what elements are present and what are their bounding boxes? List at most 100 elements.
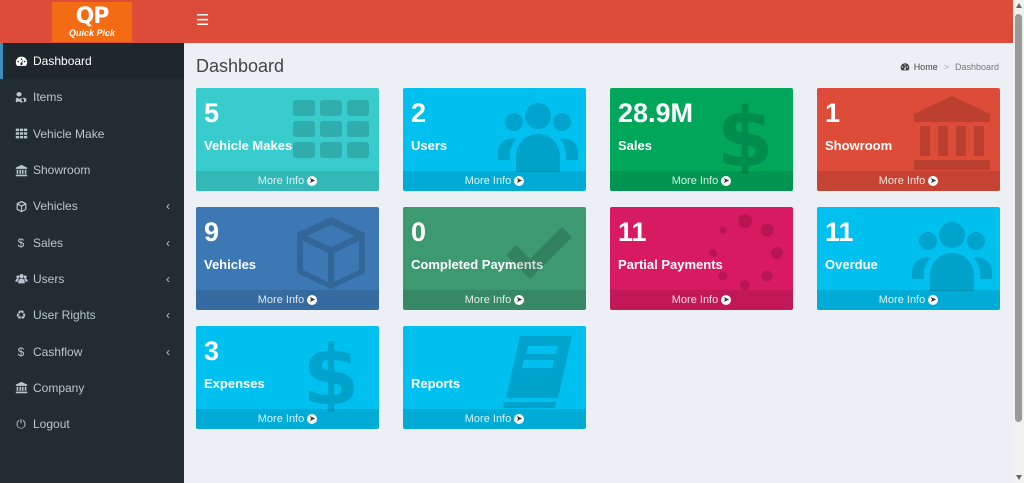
sidebar-item-cashflow[interactable]: $ Cashflow ‹	[0, 333, 184, 369]
more-info-link[interactable]: More Info ➤	[817, 171, 1000, 191]
stat-label: Overdue	[825, 257, 878, 272]
sidebar-item-label: Sales	[33, 235, 64, 250]
more-info-link[interactable]: More Info ➤	[817, 290, 1000, 310]
svg-text:$: $	[302, 332, 359, 412]
stat-value: 28.9M	[618, 98, 694, 128]
cube-icon	[14, 199, 28, 213]
dollar-icon: $	[17, 235, 25, 250]
sidebar-item-label: Dashboard	[33, 54, 92, 69]
stat-value: 3	[204, 336, 220, 366]
bank-icon	[914, 96, 990, 170]
logo-name: Quick Pick	[68, 27, 116, 38]
sidebar-item-items[interactable]: Items	[0, 79, 184, 115]
logo-mark: QP	[75, 3, 110, 29]
more-info-link[interactable]: More Info ➤	[610, 290, 793, 310]
sidebar-item-dashboard[interactable]: Dashboard	[0, 43, 184, 80]
arrow-circle-right-icon: ➤	[307, 414, 318, 424]
stat-box-sales: 28.9M Sales $ More Info ➤	[610, 88, 793, 191]
arrow-circle-right-icon: ➤	[307, 295, 318, 305]
stat-label: Users	[411, 138, 448, 153]
top-navbar: ☰	[184, 0, 1013, 43]
svg-text:$: $	[716, 94, 773, 174]
chevron-left-icon: ‹	[166, 199, 170, 214]
more-info-link[interactable]: More Info ➤	[196, 171, 379, 191]
grid-icon	[14, 127, 28, 141]
sidebar-item-showroom[interactable]: Showroom	[0, 152, 184, 188]
sidebar-item-label: Users	[33, 271, 65, 286]
main-content: Dashboard Home > Dashboard 5 Vehicle Mak…	[184, 43, 1013, 483]
stat-box-overdue: 11 Overdue More Info ➤	[817, 207, 1000, 310]
stat-label: Vehicles	[204, 257, 257, 272]
logo: QP Quick Pick	[52, 1, 132, 42]
chevron-left-icon: ‹	[166, 308, 170, 323]
menu-toggle-icon[interactable]: ☰	[196, 13, 212, 29]
dollar-icon: $	[302, 332, 359, 412]
breadcrumb: Home > Dashboard	[900, 62, 999, 72]
dashboard-icon	[14, 54, 28, 68]
more-info-link[interactable]: More Info ➤	[403, 409, 586, 429]
chevron-left-icon: ‹	[166, 344, 170, 359]
power-icon: ⏻	[16, 416, 26, 431]
stat-label: Showroom	[825, 138, 893, 153]
dollar-icon: $	[17, 344, 25, 359]
sidebar-item-label: Company	[33, 380, 85, 395]
breadcrumb-current: Dashboard	[954, 62, 999, 72]
stat-box-partial-payments: 11 Partial Payments More Info ➤	[610, 207, 793, 310]
sidebar-item-label: User Rights	[33, 308, 96, 323]
users-icon	[14, 272, 28, 286]
dashboard-icon	[900, 63, 910, 71]
sidebar-item-users[interactable]: Users ‹	[0, 261, 184, 297]
stat-value: 1	[825, 98, 841, 128]
stat-value: 2	[411, 98, 427, 128]
arrow-circle-right-icon: ➤	[721, 295, 732, 305]
bank-icon	[14, 381, 28, 395]
stat-box-vehicle-makes: 5 Vehicle Makes More Info ➤	[196, 88, 379, 191]
stat-label: Expenses	[204, 376, 265, 391]
stat-value: 5	[204, 98, 220, 128]
more-info-link[interactable]: More Info ➤	[610, 171, 793, 191]
scroll-up-icon[interactable]	[1016, 3, 1022, 8]
recycle-icon: ♻	[15, 308, 27, 323]
sidebar: Dashboard Items Vehicle Make Showroom Ve…	[0, 43, 184, 483]
arrow-circle-right-icon: ➤	[514, 176, 525, 186]
users-icon	[912, 222, 992, 291]
arrow-circle-right-icon: ➤	[514, 414, 525, 424]
breadcrumb-home[interactable]: Home	[914, 62, 938, 72]
stat-value: 11	[618, 217, 647, 247]
sidebar-item-sales[interactable]: $ Sales ‹	[0, 224, 184, 260]
sidebar-item-user-rights[interactable]: ♻ User Rights ‹	[0, 297, 184, 333]
sidebar-item-company[interactable]: Company	[0, 370, 184, 406]
sidebar-item-label: Vehicles	[33, 199, 78, 214]
sidebar-item-label: Showroom	[33, 163, 91, 178]
arrow-circle-right-icon: ➤	[928, 176, 939, 186]
stat-label: Reports	[411, 376, 461, 391]
sidebar-item-label: Items	[33, 90, 63, 105]
scrollbar[interactable]	[1013, 0, 1024, 483]
scrollbar-thumb[interactable]	[1015, 14, 1022, 422]
sidebar-item-label: Cashflow	[33, 344, 83, 359]
sidebar-item-label: Logout	[33, 417, 70, 432]
more-info-link[interactable]: More Info ➤	[403, 290, 586, 310]
stat-box-vehicles: 9 Vehicles More Info ➤	[196, 207, 379, 310]
scroll-down-icon[interactable]	[1016, 475, 1022, 480]
stat-label: Vehicle Makes	[204, 138, 293, 153]
more-info-link[interactable]: More Info ➤	[403, 171, 586, 191]
chevron-left-icon: ‹	[166, 235, 170, 250]
cube-icon	[297, 217, 365, 289]
more-info-link[interactable]: More Info ➤	[196, 409, 379, 429]
stat-box-showroom: 1 Showroom More Info ➤	[817, 88, 1000, 191]
sidebar-item-vehicles[interactable]: Vehicles ‹	[0, 188, 184, 224]
users-icon	[498, 103, 578, 172]
stat-label: Sales	[618, 138, 652, 153]
sidebar-item-vehicle-make[interactable]: Vehicle Make	[0, 116, 184, 152]
stat-value: 9	[204, 217, 220, 247]
arrow-circle-right-icon: ➤	[721, 176, 732, 186]
arrow-circle-right-icon: ➤	[307, 176, 318, 186]
logo-area[interactable]: QP Quick Pick	[0, 0, 184, 43]
more-info-link[interactable]: More Info ➤	[196, 290, 379, 310]
book-icon	[503, 336, 572, 408]
sidebar-item-logout[interactable]: ⏻ Logout	[0, 406, 184, 442]
stat-box-users: 2 Users More Info ➤	[403, 88, 586, 191]
stat-value: 0	[411, 217, 427, 247]
chevron-left-icon: ‹	[166, 271, 170, 286]
